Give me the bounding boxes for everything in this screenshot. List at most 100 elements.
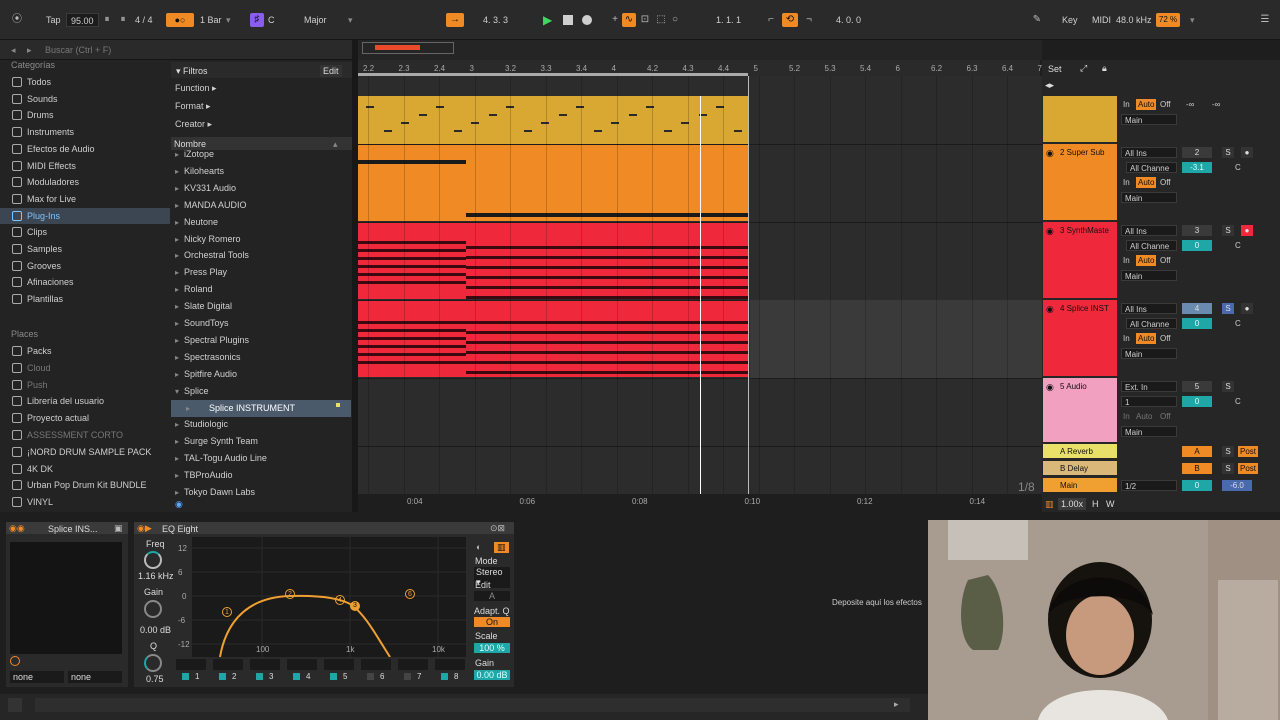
track3-number[interactable]: 3 <box>1182 225 1212 236</box>
browser-item[interactable]: Tokyo Dawn Labs <box>171 484 351 501</box>
browser-item[interactable]: Roland <box>171 281 351 298</box>
track3-pan[interactable]: C <box>1235 241 1241 250</box>
place-item[interactable]: Proyecto actual <box>0 410 170 426</box>
track-fold-icon[interactable]: ◉ <box>1046 148 1054 159</box>
category-item[interactable]: Drums <box>0 107 170 123</box>
monitor-auto[interactable]: Auto <box>1136 99 1157 110</box>
track5-input[interactable]: Ext. In <box>1121 381 1177 392</box>
arm-button[interactable]: ● <box>1241 303 1253 314</box>
place-item[interactable]: ASSESSMENT CORTO <box>0 427 170 443</box>
stop-icon[interactable] <box>563 15 573 25</box>
browser-item[interactable]: Spectral Plugins <box>171 332 351 349</box>
zoom-value[interactable]: 1.00x <box>1058 498 1087 510</box>
eq-window-icon[interactable]: ◐ <box>476 542 481 552</box>
track4-number[interactable]: 4 <box>1182 303 1212 314</box>
play-icon[interactable]: ▶ <box>543 13 552 27</box>
drop-zone-text[interactable]: Deposite aquí los efectos <box>832 598 922 607</box>
tempo-field[interactable]: 95.00 <box>66 13 99 27</box>
solo-button[interactable]: S <box>1222 303 1234 314</box>
master-head[interactable] <box>1043 478 1117 492</box>
return-name-b[interactable]: B Delay <box>1060 464 1088 473</box>
category-item[interactable]: Efectos de Audio <box>0 141 170 157</box>
track4-input[interactable]: All Ins <box>1121 303 1177 314</box>
place-item[interactable]: Cloud <box>0 360 170 376</box>
browser-item[interactable]: Slate Digital <box>171 298 351 315</box>
eq-band-toggle[interactable] <box>404 673 411 680</box>
track1-pan[interactable]: -∞ <box>1212 100 1220 109</box>
monitor-in[interactable]: In <box>1123 412 1130 421</box>
monitor-auto[interactable]: Auto <box>1136 333 1157 344</box>
play-small-icon[interactable]: ▸ <box>894 699 899 710</box>
filters-edit-button[interactable]: Edit <box>320 65 342 77</box>
time-signature[interactable]: 4 / 4 <box>135 13 153 27</box>
device-knob[interactable] <box>10 656 20 666</box>
track-name-4[interactable]: 4 Splice INST <box>1060 304 1109 313</box>
browser-item[interactable]: Spitfire Audio <box>171 366 351 383</box>
track-name-3[interactable]: 3 SynthMaste <box>1060 226 1109 235</box>
key-select[interactable]: C <box>268 13 275 27</box>
solo-button[interactable]: S <box>1222 463 1234 474</box>
track4-pan[interactable]: C <box>1235 319 1241 328</box>
clip-super-sub[interactable] <box>358 145 748 221</box>
track1-vol[interactable]: -∞ <box>1186 100 1194 109</box>
browser-item[interactable]: SoundToys <box>171 315 351 332</box>
track5-number[interactable]: 5 <box>1182 381 1212 392</box>
eq-filter-type-select[interactable] <box>398 659 428 670</box>
track2-input[interactable]: All Ins <box>1121 147 1177 158</box>
eq-graph[interactable] <box>192 537 466 658</box>
arm-button[interactable]: ● <box>1241 225 1253 236</box>
loop-toggle-icon[interactable]: ⟲ <box>782 13 798 27</box>
track-name-5[interactable]: 5 Audio <box>1060 382 1087 391</box>
category-item[interactable]: MIDI Effects <box>0 158 170 174</box>
midi-map-button[interactable]: MIDI <box>1092 13 1111 27</box>
monitor-auto[interactable]: Auto <box>1136 255 1157 266</box>
arrangement-area[interactable] <box>358 76 1042 494</box>
track3-volume[interactable]: 0 <box>1182 240 1212 251</box>
solo-button[interactable]: S <box>1222 147 1234 158</box>
master-volume[interactable]: 0 <box>1182 480 1212 491</box>
track2-number[interactable]: 2 <box>1182 147 1212 158</box>
track-fold-icon[interactable]: ◉ <box>1046 382 1054 393</box>
instrument-out-select[interactable]: none <box>68 671 122 683</box>
track5-volume[interactable]: 0 <box>1182 396 1212 407</box>
meter-icon[interactable]: ▥ <box>1045 499 1054 510</box>
track2-pan[interactable]: C <box>1235 163 1241 172</box>
nudge-down-icon[interactable]: ⏸ <box>100 13 114 27</box>
capture-icon[interactable]: ⬚ <box>654 13 668 27</box>
category-item[interactable]: Afinaciones <box>0 274 170 290</box>
expand-icon[interactable]: ⤢ <box>1080 63 1087 74</box>
forward-icon[interactable]: ▸ <box>27 45 32 56</box>
w-toggle[interactable]: W <box>1106 499 1115 509</box>
eq-band-toggle[interactable] <box>441 673 448 680</box>
monitor-off[interactable]: Off <box>1160 412 1171 421</box>
category-item[interactable]: Clips <box>0 224 170 240</box>
category-item[interactable]: Grooves <box>0 258 170 274</box>
grid-size[interactable]: 1/8 <box>1018 480 1035 494</box>
monitor-off[interactable]: Off <box>1160 334 1171 343</box>
automation-arm-icon[interactable]: ∿ <box>622 13 636 27</box>
gain-knob[interactable] <box>144 600 162 618</box>
tap-button[interactable]: Tap <box>46 13 61 27</box>
hot-swap-icon[interactable]: ⊙⊠ <box>490 523 505 534</box>
master-output[interactable]: 1/2 <box>1121 480 1177 491</box>
track2-channel[interactable]: All Channe <box>1126 162 1177 173</box>
eq-band-toggle[interactable] <box>182 673 189 680</box>
punch-out-icon[interactable]: ¬ <box>802 13 816 27</box>
q-value[interactable]: 0.75 <box>146 674 164 684</box>
eq-band-toggle[interactable] <box>293 673 300 680</box>
session-record-icon[interactable]: ○ <box>668 13 682 27</box>
place-item[interactable]: Librería del usuario <box>0 393 170 409</box>
nudge-up-icon[interactable]: ⏸ <box>116 13 130 27</box>
eq-band-toggle[interactable] <box>330 673 337 680</box>
filter-function[interactable]: Function ▸ <box>175 83 217 94</box>
arrow-left-icon[interactable]: ◂▸ <box>1045 80 1054 91</box>
metronome-button[interactable]: ●○ <box>166 13 194 27</box>
monitor-in[interactable]: In <box>1123 100 1130 109</box>
monitor-auto[interactable]: Auto <box>1136 412 1152 421</box>
track5-output[interactable]: Main <box>1121 426 1177 437</box>
track2-volume[interactable]: -3.1 <box>1182 162 1212 173</box>
follow-button[interactable]: → <box>446 13 464 27</box>
category-item[interactable]: Max for Live <box>0 191 170 207</box>
send-b[interactable]: B <box>1182 463 1212 474</box>
category-item[interactable]: Samples <box>0 241 170 257</box>
